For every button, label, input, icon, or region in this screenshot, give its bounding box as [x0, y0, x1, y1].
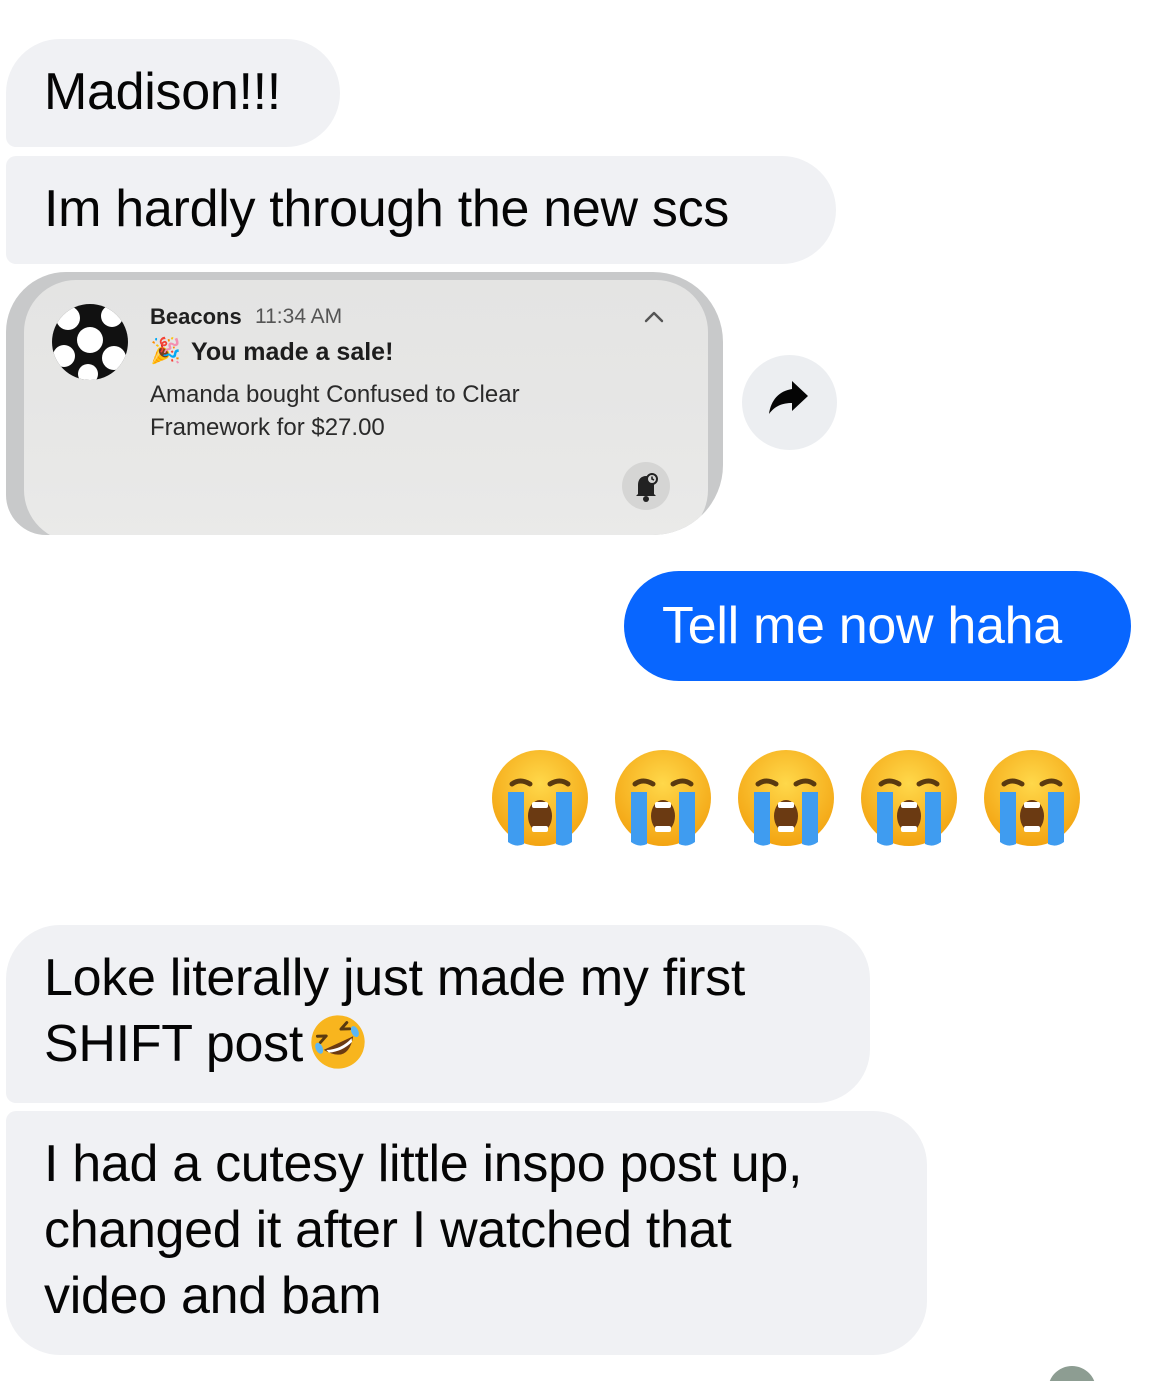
loudly-crying-face-icon [859, 748, 959, 848]
party-popper-icon: 🎉 [150, 337, 182, 365]
message-bubble-received[interactable]: I had a cutesy little inspo post up, cha… [6, 1111, 927, 1355]
message-bubble-received[interactable]: Loke literally just made my first SHIFT … [6, 925, 870, 1103]
message-bubble-sent[interactable]: Tell me now haha [624, 571, 1131, 681]
avatar[interactable] [1048, 1366, 1096, 1381]
message-text-line: I had a cutesy little inspo post up, [44, 1135, 803, 1193]
message-text-line: SHIFT post [44, 1011, 832, 1077]
message-text-line: Loke literally just made my first [44, 949, 745, 1007]
bell-snooze-icon [622, 462, 670, 510]
notification-title: You made a sale! [191, 338, 394, 366]
notification-app-name: Beacons [150, 304, 242, 329]
loudly-crying-face-icon [736, 748, 836, 848]
notification-card: Beacons 11:34 AM 🎉 You made a sale! Aman… [24, 280, 708, 535]
message-text: SHIFT post [44, 1015, 304, 1073]
message-text-line: changed it after I watched that [44, 1201, 732, 1259]
loudly-crying-face-icon [982, 748, 1082, 848]
message-bubble-received[interactable]: Madison!!! [6, 39, 340, 147]
message-text-line: video and bam [44, 1267, 382, 1325]
message-text: Im hardly through the new scs [44, 180, 729, 238]
loudly-crying-face-icon [490, 748, 590, 848]
forward-button[interactable] [742, 355, 837, 450]
message-text: Tell me now haha [662, 597, 1062, 655]
notification-time: 11:34 AM [255, 305, 343, 328]
loudly-crying-face-icon [613, 748, 713, 848]
notification-body: Amanda bought Confused to Clear Framewor… [150, 381, 520, 441]
chat-screen: Madison!!! Im hardly through the new scs… [0, 0, 1156, 1381]
chevron-up-icon [641, 304, 667, 330]
message-text: Madison!!! [44, 63, 281, 121]
share-arrow-icon [769, 381, 808, 414]
beacons-logo-icon [52, 304, 128, 380]
rolling-on-floor-laughing-icon [309, 1013, 367, 1071]
image-attachment[interactable]: Beacons 11:34 AM 🎉 You made a sale! Aman… [6, 272, 723, 535]
message-bubble-received[interactable]: Im hardly through the new scs [6, 156, 836, 264]
